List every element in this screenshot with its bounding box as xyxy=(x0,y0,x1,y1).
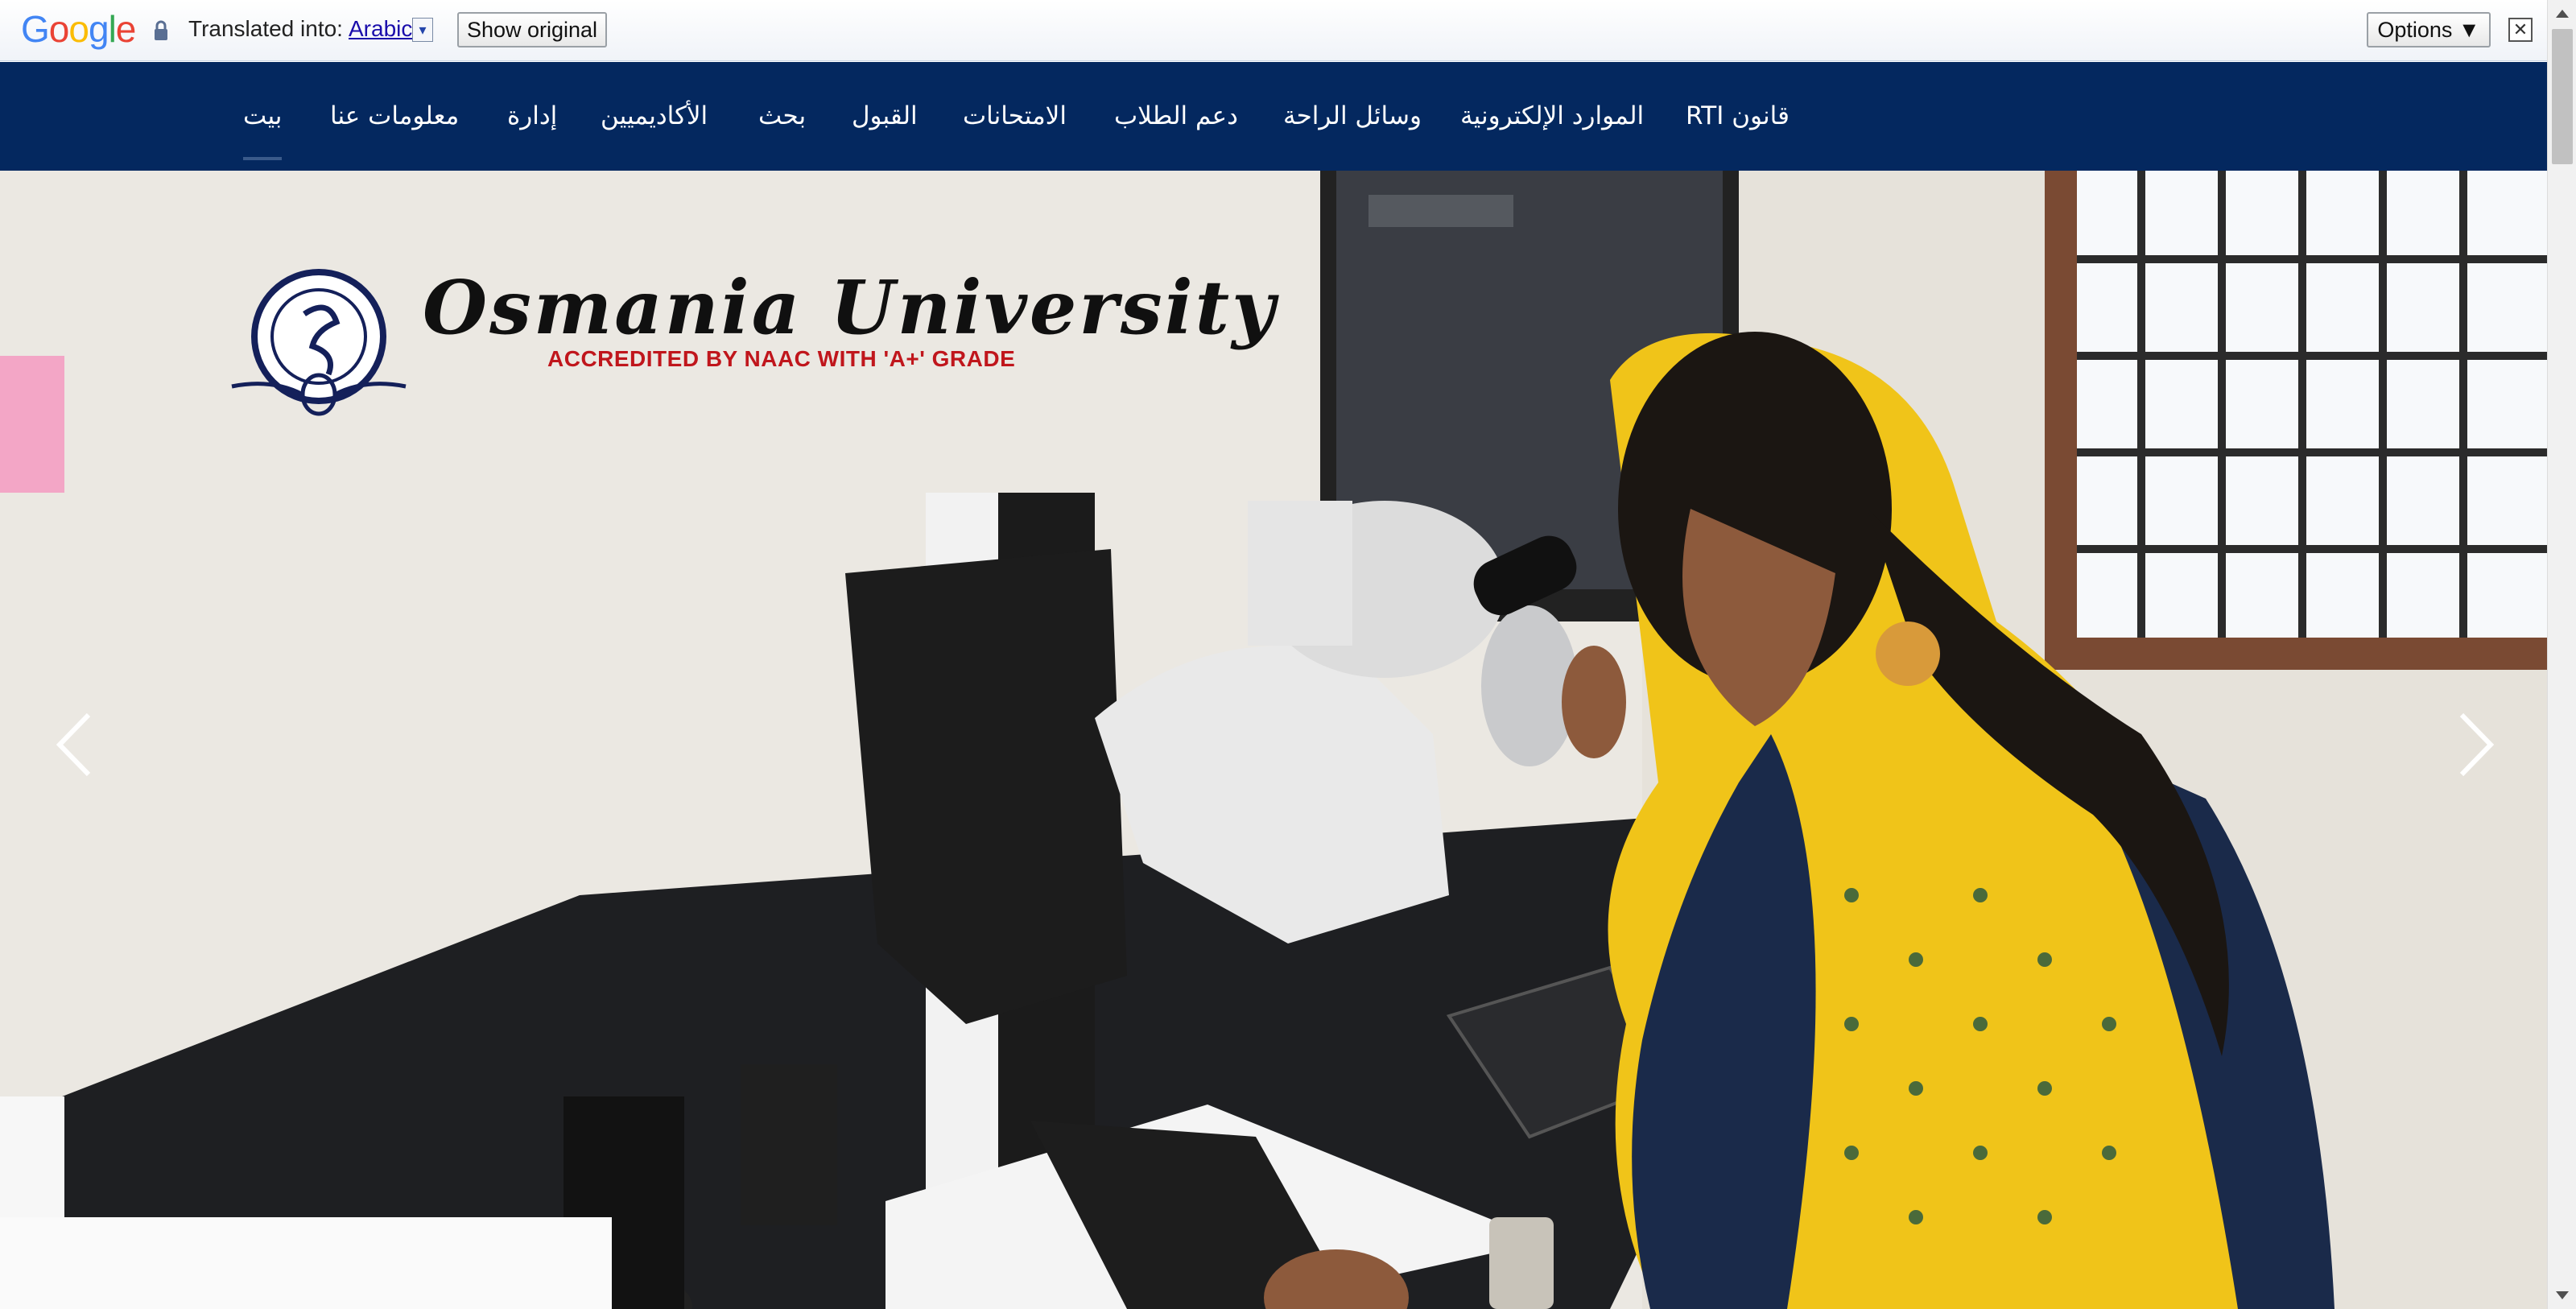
scrollbar-thumb[interactable] xyxy=(2552,29,2573,164)
nav-item-student-support[interactable]: دعم الطلاب xyxy=(1114,96,1238,136)
nav-item-administration[interactable]: إدارة xyxy=(507,96,557,136)
google-logo-letter: o xyxy=(68,8,89,50)
nav-item-about[interactable]: معلومات عنا xyxy=(330,96,459,136)
nav-item-rti-act[interactable]: قانون RTI xyxy=(1686,96,1790,136)
google-logo-letter: G xyxy=(21,8,50,50)
nav-item-admissions[interactable]: القبول xyxy=(852,96,918,136)
hero-carousel: Osmania University ACCREDITED BY NAAC WI… xyxy=(0,171,2547,1309)
options-button[interactable]: Options ▼ xyxy=(2367,12,2491,47)
nav-item-academics[interactable]: الأكاديميين xyxy=(601,96,708,136)
university-name: Osmania University xyxy=(423,264,1278,351)
scroll-up-icon[interactable] xyxy=(2548,0,2576,27)
translated-into-label: Translated into: xyxy=(188,16,343,41)
page-scrollbar[interactable] xyxy=(2547,0,2576,1309)
nav-item-e-resources[interactable]: الموارد الإلكترونية xyxy=(1460,96,1644,136)
chevron-left-icon[interactable] xyxy=(50,708,98,781)
show-original-button[interactable]: Show original xyxy=(457,12,607,47)
nav-item-amenities[interactable]: وسائل الراحة xyxy=(1283,96,1422,136)
google-logo-letter: e xyxy=(115,8,137,50)
close-icon[interactable]: ✕ xyxy=(2508,18,2533,42)
nav-list: بيت معلومات عنا إدارة الأكاديميين بحث ال… xyxy=(0,62,2547,171)
language-dropdown-icon[interactable]: ▾ xyxy=(412,18,433,42)
google-logo-letter: g xyxy=(88,8,109,50)
google-logo-letter: o xyxy=(48,8,70,50)
main-nav: بيت معلومات عنا إدارة الأكاديميين بحث ال… xyxy=(0,62,2547,171)
nav-item-home[interactable]: بيت xyxy=(243,96,283,160)
nav-item-examinations[interactable]: الامتحانات xyxy=(963,96,1067,136)
lock-icon xyxy=(155,20,167,40)
chevron-right-icon[interactable] xyxy=(2452,708,2500,781)
google-translate-bar: Google Translated into: Arabic ▾ Show or… xyxy=(0,0,2576,61)
google-logo-letter: l xyxy=(108,8,117,50)
university-seal-icon xyxy=(231,269,407,416)
naac-accreditation: ACCREDITED BY NAAC WITH 'A+' GRADE xyxy=(547,346,1016,371)
target-language-link[interactable]: Arabic xyxy=(349,14,412,43)
google-logo: Google xyxy=(21,6,137,52)
scroll-down-icon[interactable] xyxy=(2548,1282,2576,1309)
nav-item-research[interactable]: بحث xyxy=(758,96,806,136)
